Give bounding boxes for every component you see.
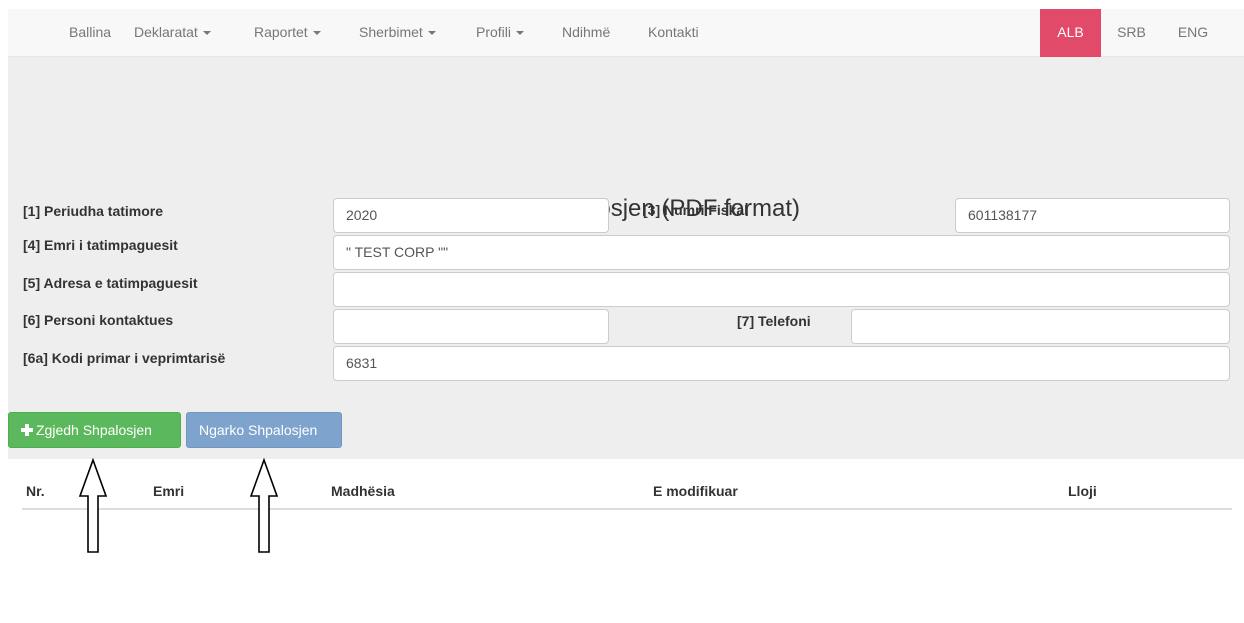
table-header-divider	[22, 508, 1232, 510]
nav-item-ndihme[interactable]: Ndihmë	[562, 9, 610, 57]
nav-item-profili[interactable]: Profili	[476, 9, 525, 57]
caret-down-icon	[516, 31, 525, 36]
phone-label: [7] Telefoni	[737, 313, 811, 329]
lang-label: SRB	[1117, 24, 1146, 40]
column-header-nr: Nr.	[26, 483, 45, 499]
activity-code-input[interactable]: 6831	[333, 346, 1230, 381]
choose-button-label: Zgjedh Shpalosjen	[36, 422, 152, 438]
fiscal-number-label: [3] Numri Fiskal	[643, 202, 749, 218]
nav-label: Kontakti	[648, 24, 699, 40]
nav-label: Profili	[476, 24, 512, 40]
nav-item-sherbimet[interactable]: Sherbimet	[359, 9, 436, 57]
caret-down-icon	[427, 31, 436, 36]
plus-icon	[21, 424, 33, 436]
column-header-type: Lloji	[1068, 483, 1097, 499]
taxpayer-name-input[interactable]: " TEST CORP ""	[333, 235, 1230, 270]
up-arrow-icon	[78, 458, 108, 553]
taxpayer-address-label: [5] Adresa e tatimpaguesit	[23, 275, 198, 291]
period-input[interactable]: 2020	[333, 198, 609, 233]
taxpayer-name-label: [4] Emri i tatimpaguesit	[23, 237, 178, 253]
nav-item-ballina[interactable]: Ballina	[69, 9, 111, 57]
activity-code-label: [6a] Kodi primar i veprimtarisë	[23, 350, 226, 366]
column-header-size: Madhësia	[331, 483, 395, 499]
nav-label: Ballina	[69, 24, 112, 40]
top-navbar: Ballina Deklaratat Raportet Sherbimet Pr…	[8, 9, 1244, 57]
nav-label: Deklaratat	[134, 24, 198, 40]
upload-disclosure-button[interactable]: Ngarko Shpalosjen	[186, 412, 342, 448]
lang-eng[interactable]: ENG	[1163, 9, 1223, 57]
period-label: [1] Periudha tatimore	[23, 203, 164, 219]
nav-item-deklaratat[interactable]: Deklaratat	[134, 9, 211, 57]
contact-person-input[interactable]	[333, 309, 609, 344]
caret-down-icon	[312, 31, 321, 36]
lang-srb[interactable]: SRB	[1104, 9, 1159, 57]
choose-disclosure-button[interactable]: Zgjedh Shpalosjen	[8, 412, 181, 448]
nav-label: Raportet	[254, 24, 308, 40]
phone-input[interactable]	[851, 309, 1230, 344]
nav-item-kontakti[interactable]: Kontakti	[648, 9, 699, 57]
up-arrow-icon	[249, 458, 279, 553]
caret-down-icon	[202, 31, 211, 36]
taxpayer-address-input[interactable]	[333, 272, 1230, 307]
lang-alb[interactable]: ALB	[1040, 9, 1101, 57]
column-header-name: Emri	[153, 483, 185, 499]
nav-item-raportet[interactable]: Raportet	[254, 9, 321, 57]
fiscal-number-input[interactable]: 601138177	[955, 198, 1230, 233]
nav-label: Ndihmë	[562, 24, 611, 40]
lang-label: ENG	[1177, 24, 1209, 40]
lang-label: ALB	[1057, 24, 1084, 40]
upload-button-label: Ngarko Shpalosjen	[199, 422, 318, 438]
column-header-modified: E modifikuar	[653, 483, 738, 499]
nav-label: Sherbimet	[359, 24, 423, 40]
contact-person-label: [6] Personi kontaktues	[23, 312, 174, 328]
